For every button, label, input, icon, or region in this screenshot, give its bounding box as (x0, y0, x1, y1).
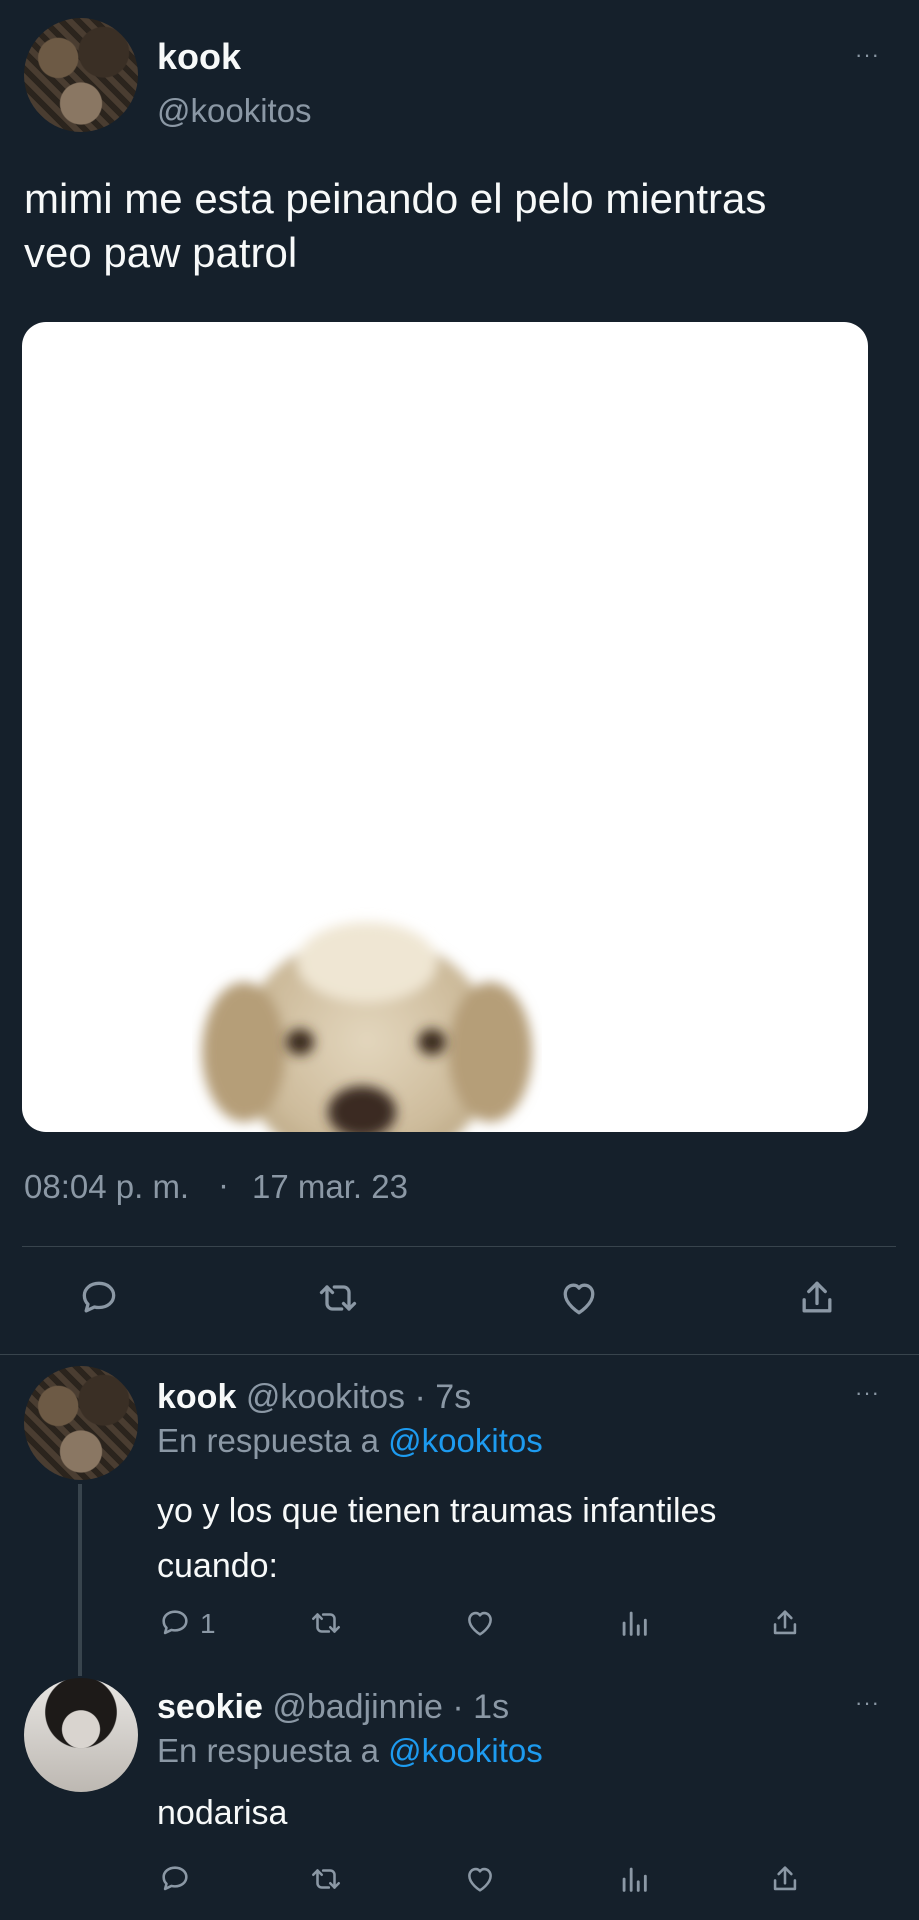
tweet-text-line: yo y los que tienen traumas infantiles (157, 1492, 717, 1530)
timestamp[interactable]: · 7s (415, 1378, 472, 1416)
like-icon[interactable] (556, 1276, 602, 1320)
replying-to: En respuesta a @kookitos (157, 1732, 543, 1770)
avatar[interactable] (24, 1678, 138, 1792)
reply-header: seokie @badjinnie · 1s (157, 1688, 509, 1727)
tweet-text: mimi me esta peinando el pelo mientras v… (24, 172, 904, 280)
meta-separator: · (218, 1166, 229, 1203)
analytics-icon[interactable] (617, 1862, 651, 1896)
retweet-icon[interactable] (314, 1276, 362, 1320)
handle[interactable]: @kookitos (246, 1378, 405, 1416)
share-icon[interactable] (794, 1276, 840, 1320)
reply-header: kook @kookitos · 7s (157, 1378, 471, 1417)
reply-count: 1 (200, 1608, 216, 1639)
divider (22, 1246, 896, 1247)
retweet-icon[interactable] (307, 1862, 345, 1896)
handle[interactable]: @badjinnie (272, 1688, 443, 1726)
thread-line (78, 1484, 82, 1676)
analytics-icon[interactable] (617, 1606, 651, 1640)
like-icon[interactable] (462, 1862, 498, 1896)
reply-icon[interactable] (158, 1862, 192, 1896)
display-name[interactable]: seokie (157, 1688, 263, 1726)
puppy-image (202, 922, 532, 1132)
more-options-icon[interactable]: ··· (855, 1692, 880, 1714)
tweet-time[interactable]: 08:04 p. m. (24, 1168, 189, 1206)
replying-to: En respuesta a @kookitos (157, 1422, 543, 1460)
reply-icon[interactable] (77, 1276, 121, 1320)
reply-prefix: En respuesta a (157, 1422, 379, 1459)
timestamp[interactable]: · 1s (452, 1688, 509, 1726)
more-options-icon[interactable]: ··· (855, 44, 880, 66)
retweet-icon[interactable] (307, 1606, 345, 1640)
share-icon[interactable] (768, 1606, 802, 1640)
more-options-icon[interactable]: ··· (855, 1382, 880, 1404)
like-icon[interactable] (462, 1606, 498, 1640)
divider (0, 1354, 919, 1355)
tweet-text: nodarisa (157, 1794, 288, 1832)
tweet-text-line: cuando: (157, 1547, 278, 1585)
mention-link[interactable]: @kookitos (388, 1422, 543, 1459)
reply-icon[interactable] (158, 1606, 192, 1640)
tweet-text-line: veo paw patrol (24, 229, 298, 276)
tweet-text-line: mimi me esta peinando el pelo mientras (24, 175, 767, 222)
tweet-media[interactable] (22, 322, 868, 1132)
reply-prefix: En respuesta a (157, 1732, 379, 1769)
display-name[interactable]: kook (157, 1378, 236, 1416)
share-icon[interactable] (768, 1862, 802, 1896)
tweet-text: yo y los que tienen traumas infantiles c… (157, 1484, 897, 1594)
avatar[interactable] (24, 1366, 138, 1480)
avatar[interactable] (24, 18, 138, 132)
tweet-date[interactable]: 17 mar. 23 (252, 1168, 408, 1206)
display-name[interactable]: kook (157, 36, 241, 78)
handle[interactable]: @kookitos (157, 92, 312, 130)
mention-link[interactable]: @kookitos (388, 1732, 543, 1769)
